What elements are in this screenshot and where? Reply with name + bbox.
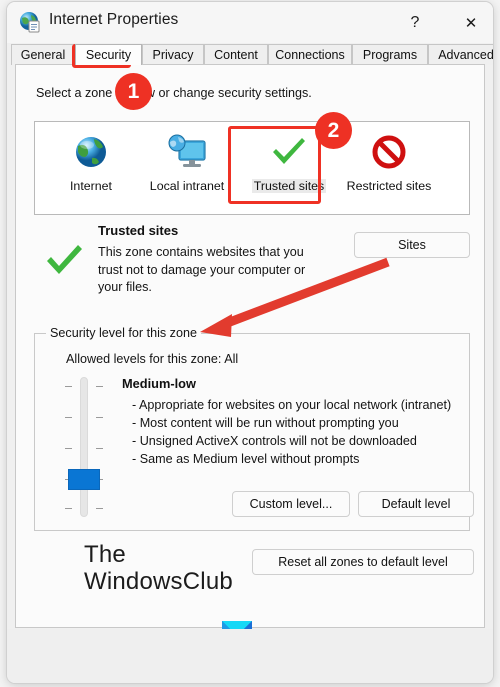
slider-tick: [65, 448, 72, 449]
monitor-globe-icon: [165, 130, 209, 174]
security-level-group-title: Security level for this zone: [46, 326, 201, 340]
tab-strip: General Security Privacy Content Connect…: [7, 43, 493, 65]
slider-tick: [96, 386, 103, 387]
reset-all-zones-button[interactable]: Reset all zones to default level: [252, 549, 474, 575]
zone-label-restricted-sites: Restricted sites: [346, 179, 432, 193]
level-detail-item: - Appropriate for websites on your local…: [132, 398, 452, 412]
prohibition-icon: [369, 130, 409, 174]
annotation-badge-1: 1: [115, 73, 152, 110]
tab-privacy[interactable]: Privacy: [142, 44, 204, 65]
window-title: Internet Properties: [49, 11, 179, 28]
watermark-line-2: WindowsClub: [84, 568, 233, 595]
tab-general[interactable]: General: [11, 44, 75, 65]
slider-tick: [96, 508, 103, 509]
level-detail-item: - Unsigned ActiveX controls will not be …: [132, 434, 417, 448]
selected-zone-name: Trusted sites: [98, 223, 179, 238]
allowed-levels-label: Allowed levels for this zone: All: [66, 352, 239, 366]
internet-properties-icon: [19, 11, 41, 33]
tab-programs[interactable]: Programs: [352, 44, 428, 65]
tab-advanced[interactable]: Advanced: [428, 44, 493, 65]
watermark-line-1: The: [84, 541, 126, 568]
slider-tick: [65, 508, 72, 509]
slider-tick: [65, 386, 72, 387]
close-button[interactable]: ✕: [449, 2, 493, 43]
slider-thumb[interactable]: [68, 469, 100, 490]
zone-label-internet: Internet: [69, 179, 113, 193]
level-details-list: - Appropriate for websites on your local…: [132, 396, 472, 468]
internet-properties-dialog: Internet Properties ? ✕ General Security…: [7, 2, 493, 683]
help-button[interactable]: ?: [393, 2, 437, 43]
slider-track: [80, 377, 88, 517]
zone-item-local-intranet[interactable]: Local intranet: [139, 128, 235, 208]
tab-content[interactable]: Content: [204, 44, 268, 65]
tab-connections[interactable]: Connections: [268, 44, 352, 65]
watermark-text: The WindowsClub: [84, 541, 233, 595]
custom-level-button[interactable]: Custom level...: [232, 491, 350, 517]
annotation-badge-2: 2: [315, 112, 352, 149]
level-detail-item: - Same as Medium level without prompts: [132, 452, 360, 466]
slider-tick: [96, 417, 103, 418]
level-detail-item: - Most content will be run without promp…: [132, 416, 399, 430]
zone-label-local-intranet: Local intranet: [149, 179, 225, 193]
green-check-icon: [44, 241, 86, 286]
current-level-label: Medium-low: [122, 376, 196, 391]
globe-icon: [72, 130, 110, 174]
security-level-slider[interactable]: [60, 377, 108, 517]
zone-instruction-label: Select a zone to view or change security…: [36, 86, 312, 100]
selected-zone-text: This zone contains websites that you tru…: [98, 245, 306, 294]
tab-security[interactable]: Security: [75, 44, 142, 65]
dialog-footer: OK Cancel Apply: [7, 629, 493, 683]
annotation-highlight-trusted-sites: [228, 126, 321, 204]
slider-tick: [96, 448, 103, 449]
sites-button[interactable]: Sites: [354, 232, 470, 258]
zone-item-internet[interactable]: Internet: [43, 128, 139, 208]
slider-tick: [65, 417, 72, 418]
zone-item-restricted-sites[interactable]: Restricted sites: [341, 128, 437, 208]
title-bar: Internet Properties ? ✕: [7, 2, 493, 43]
default-level-button[interactable]: Default level: [358, 491, 474, 517]
